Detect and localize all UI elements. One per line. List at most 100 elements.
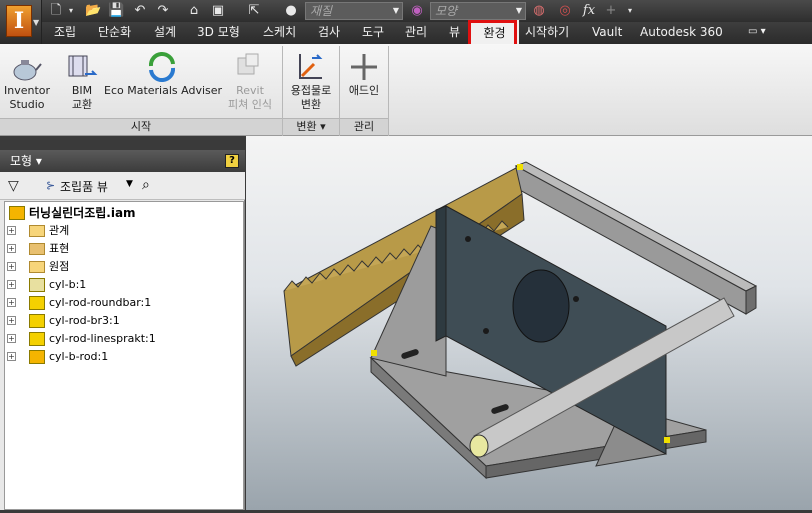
part-icon <box>29 314 45 328</box>
subassembly-icon <box>29 278 45 292</box>
frame-rail-end <box>745 285 757 315</box>
color-wheel-icon[interactable]: ◉ <box>408 3 426 19</box>
bore-hole <box>512 269 570 343</box>
browser-title[interactable]: 모형 ▾ <box>0 150 245 172</box>
ribbon-separator <box>388 46 389 136</box>
assembly-icon <box>29 350 45 364</box>
group-begin-label: 시작 <box>0 118 282 135</box>
folder-icon <box>29 261 45 273</box>
tree-item-component[interactable]: + cyl-b:1 <box>7 276 86 294</box>
graphics-viewport[interactable] <box>246 136 812 510</box>
bim-exchange-button[interactable]: BIM 교환 <box>62 84 102 112</box>
browser-tree: 터닝실린더조립.iam + 관계 + 표현 + 원점 + cyl-b:1 + cyl-ro… <box>4 201 244 510</box>
expand-icon[interactable]: + <box>7 316 16 325</box>
assembly-icon <box>9 206 25 220</box>
chevron-down-icon[interactable]: ▼ <box>126 179 133 189</box>
inventor-logo-icon: I <box>6 5 32 37</box>
tab-3d-model[interactable]: 3D 모형 <box>197 22 240 44</box>
tree-item-component[interactable]: + cyl-b-rod:1 <box>7 348 108 366</box>
weldment-convert-icon <box>299 54 323 79</box>
expand-icon[interactable]: + <box>7 352 16 361</box>
parameters-icon[interactable]: fx <box>580 3 598 19</box>
inventor-studio-button[interactable]: Inventor Studio <box>2 84 52 112</box>
tab-autodesk-360[interactable]: Autodesk 360 <box>640 22 723 44</box>
tree-item-component[interactable]: + cyl-rod-roundbar:1 <box>7 294 151 312</box>
appearance-select[interactable]: 모양 ▼ <box>430 2 526 20</box>
select-icon[interactable]: ⇱ <box>244 3 264 19</box>
home-icon[interactable]: ⌂ <box>186 3 202 19</box>
tab-simplify[interactable]: 단순화 <box>98 22 131 44</box>
open-folder-icon[interactable]: 📂 <box>85 3 101 19</box>
tab-inspect[interactable]: 검사 <box>318 22 340 44</box>
mounting-plate-edge <box>435 205 447 342</box>
selection-grip[interactable] <box>517 164 523 170</box>
selection-grip[interactable] <box>371 350 377 356</box>
expand-icon[interactable]: + <box>7 298 16 307</box>
convert-to-weldment-button[interactable]: 용접물로 변환 <box>284 84 338 112</box>
expand-icon[interactable]: + <box>7 226 16 235</box>
tab-tools[interactable]: 도구 <box>362 22 384 44</box>
add-ins-button[interactable]: 애드인 <box>342 84 386 98</box>
eco-materials-icon <box>148 51 176 83</box>
chevron-down-icon: ▼ <box>392 6 399 15</box>
tree-item-representations[interactable]: + 표현 <box>7 240 69 258</box>
new-dropdown-icon[interactable]: ▾ <box>66 3 76 19</box>
adjust-icon[interactable]: ◍ <box>530 3 548 19</box>
expand-icon[interactable]: + <box>7 262 16 271</box>
bim-exchange-icon <box>68 55 98 77</box>
tab-sketch[interactable]: 스케치 <box>263 22 296 44</box>
expand-icon[interactable]: + <box>7 334 16 343</box>
save-icon[interactable]: 💾 <box>108 3 124 19</box>
tree-root[interactable]: 터닝실린더조립.iam <box>9 204 136 222</box>
selection-grip[interactable] <box>664 437 670 443</box>
redo-icon[interactable]: ↷ <box>155 3 171 19</box>
ribbon-separator <box>339 46 340 136</box>
tab-vault[interactable]: Vault <box>592 22 622 44</box>
chevron-down-icon: ▼ <box>33 18 40 27</box>
bolt-hole <box>483 328 489 334</box>
tab-assemble[interactable]: 조립 <box>54 22 76 44</box>
filter-icon[interactable]: ▽ <box>8 178 19 194</box>
tree-item-origin[interactable]: + 원점 <box>7 258 69 276</box>
group-manage-label: 관리 <box>340 118 388 135</box>
assembly-view-icon: ⊱ <box>46 179 56 192</box>
tab-manage[interactable]: 관리 <box>405 22 427 44</box>
binoculars-icon[interactable]: ⌕ <box>142 177 150 193</box>
tree-item-relationships[interactable]: + 관계 <box>7 222 69 240</box>
quick-access-toolbar: 🗋 ▾ 📂 💾 ↶ ↷ ⌂ ▣ ⇱ ● 재질 ▼ ◉ 모양 ▼ ◍ ◎ fx + ▾ <box>0 0 812 22</box>
expand-icon[interactable]: + <box>7 244 16 253</box>
material-select[interactable]: 재질 ▼ <box>305 2 403 20</box>
folder-icon <box>29 225 45 237</box>
application-menu-button[interactable]: I ▼ <box>0 0 42 44</box>
representation-icon <box>29 243 45 255</box>
assembly-3d-model <box>283 161 758 480</box>
chevron-down-icon: ▼ <box>515 6 522 15</box>
teapot-icon <box>13 60 42 81</box>
panel-toggle-icon[interactable]: ▭ ▾ <box>748 22 766 44</box>
undo-icon[interactable]: ↶ <box>132 3 148 19</box>
tree-item-component[interactable]: + cyl-rod-br3:1 <box>7 312 120 330</box>
customize-dropdown-icon[interactable]: ▾ <box>624 3 636 19</box>
tab-get-started[interactable]: 시작하기 <box>525 22 569 44</box>
tree-item-component[interactable]: + cyl-rod-linesprakt:1 <box>7 330 156 348</box>
bolt-hole <box>573 296 579 302</box>
highlight-box <box>468 20 517 47</box>
clear-icon[interactable]: ◎ <box>556 3 574 19</box>
browser-toolbar: ▽ ⊱ 조립품 뷰 ▼ ⌕ <box>0 172 245 200</box>
add-ins-icon <box>351 54 377 80</box>
revit-feature-recognition-button[interactable]: Revit 피쳐 인식 <box>222 84 278 112</box>
new-file-icon[interactable]: 🗋 <box>48 3 64 19</box>
update-icon[interactable]: ▣ <box>208 3 228 19</box>
bolt-hole <box>465 236 471 242</box>
expand-icon[interactable]: + <box>7 280 16 289</box>
assembly-view-label[interactable]: 조립품 뷰 <box>60 178 108 195</box>
rod-end <box>469 434 489 458</box>
tab-design[interactable]: 설계 <box>154 22 176 44</box>
plus-icon[interactable]: + <box>603 3 619 19</box>
tab-view[interactable]: 뷰 <box>449 22 460 44</box>
ribbon-separator <box>282 46 283 136</box>
group-convert-label[interactable]: 변환 ▾ <box>283 118 339 135</box>
appearance-globe-icon[interactable]: ● <box>282 3 300 19</box>
help-icon[interactable]: ? <box>225 154 239 168</box>
eco-materials-adviser-button[interactable]: Eco Materials Adviser <box>104 84 222 98</box>
